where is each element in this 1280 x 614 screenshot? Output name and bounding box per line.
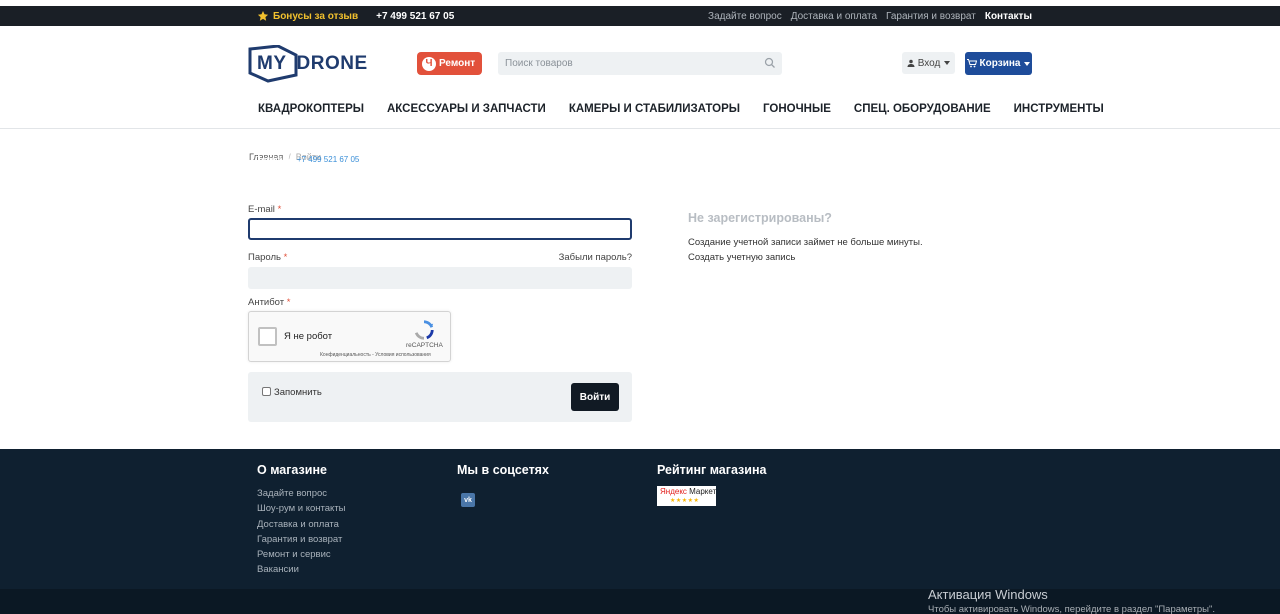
- footer-link-delivery[interactable]: Доставка и оплата: [257, 517, 346, 532]
- footer-link-warranty[interactable]: Гарантия и возврат: [257, 532, 346, 547]
- nav-special[interactable]: СПЕЦ. ОБОРУДОВАНИЕ: [854, 103, 991, 115]
- star-icon: [257, 11, 269, 21]
- top-link-ask[interactable]: Задайте вопрос: [708, 11, 782, 22]
- rating-stars-icon: ★★★★★: [670, 498, 700, 504]
- email-field-wrapper: [248, 218, 632, 240]
- recaptcha-terms[interactable]: Конфиденциальность - Условия использован…: [320, 352, 431, 358]
- nav-racing[interactable]: ГОНОЧНЫЕ: [763, 103, 831, 115]
- top-link-warranty[interactable]: Гарантия и возврат: [886, 11, 976, 22]
- recaptcha-widget: Я не робот reCAPTCHA Конфиденциальность …: [248, 311, 451, 362]
- register-title: Не зарегистрированы?: [688, 211, 832, 225]
- yandex-market-text: Яндекс Маркет: [660, 487, 716, 496]
- search-box: [498, 52, 782, 75]
- footer-about-title: О магазине: [257, 463, 327, 477]
- site-logo[interactable]: MY DRONE: [248, 45, 367, 83]
- footer-social: Мы в соцсетях vk: [457, 463, 549, 507]
- top-phone[interactable]: +7 499 521 67 05: [376, 11, 454, 22]
- login-label: Вход: [917, 57, 941, 69]
- nav-accessories[interactable]: АКСЕССУАРЫ И ЗАПЧАСТИ: [387, 103, 546, 115]
- chevron-down-icon: [944, 61, 951, 65]
- windows-activation-title: Активация Windows: [928, 587, 1048, 602]
- repair-button[interactable]: Ч Ремонт: [417, 52, 482, 75]
- footer-social-title: Мы в соцсетях: [457, 463, 549, 477]
- user-icon: [907, 59, 915, 67]
- footer-rating-title: Рейтинг магазина: [657, 463, 767, 477]
- forgot-password-link[interactable]: Забыли пароль?: [559, 252, 632, 263]
- top-bar: Бонусы за отзыв +7 499 521 67 05 Задайте…: [0, 6, 1280, 26]
- windows-activation-subtitle: Чтобы активировать Windows, перейдите в …: [928, 604, 1215, 614]
- antibot-label: Антибот *: [248, 297, 290, 308]
- footer-phone: Телефон: +7 499 521 67 05: [257, 155, 359, 164]
- footer-phone-link[interactable]: +7 499 521 67 05: [297, 155, 360, 164]
- main-nav: КВАДРОКОПТЕРЫ АКСЕССУАРЫ И ЗАПЧАСТИ КАМЕ…: [258, 103, 1127, 115]
- recaptcha-brand: reCAPTCHA: [406, 342, 443, 349]
- nav-cameras[interactable]: КАМЕРЫ И СТАБИЛИЗАТОРЫ: [569, 103, 740, 115]
- yandex-market-badge[interactable]: Яндекс Маркет ★★★★★: [657, 486, 716, 506]
- footer-link-vacancies[interactable]: Вакансии: [257, 562, 346, 577]
- footer-link-showroom[interactable]: Шоу-рум и контакты: [257, 501, 346, 516]
- top-link-contacts[interactable]: Контакты: [985, 11, 1032, 22]
- footer-rating: Рейтинг магазина Яндекс Маркет ★★★★★: [657, 463, 766, 506]
- vk-icon[interactable]: vk: [461, 493, 475, 507]
- search-input[interactable]: [498, 52, 782, 75]
- top-link-delivery[interactable]: Доставка и оплата: [791, 11, 877, 22]
- password-label-text: Пароль: [248, 252, 281, 263]
- password-label: Пароль *: [248, 252, 287, 263]
- cart-button[interactable]: Корзина: [965, 52, 1032, 75]
- yandex-brand: Яндекс: [660, 487, 687, 496]
- search-icon[interactable]: [764, 57, 776, 69]
- bonus-label: Бонусы за отзыв: [273, 10, 359, 22]
- logo-my: MY: [257, 53, 287, 74]
- remember-checkbox[interactable]: [262, 387, 271, 396]
- footer-link-repair[interactable]: Ремонт и сервис: [257, 547, 346, 562]
- required-mark: *: [277, 204, 282, 215]
- email-field[interactable]: [250, 220, 630, 238]
- cart-label: Корзина: [979, 58, 1021, 69]
- site-header: MY DRONE Ч Ремонт Вход Корзина КВАДРОКОП…: [0, 26, 1280, 129]
- create-account-link[interactable]: Создать учетную запись: [688, 252, 795, 263]
- required-mark: *: [286, 297, 291, 308]
- bonus-link[interactable]: Бонусы за отзыв: [257, 10, 358, 22]
- cart-icon: [966, 59, 977, 68]
- remember-label[interactable]: Запомнить: [274, 387, 322, 398]
- repair-icon: Ч: [422, 56, 436, 71]
- required-mark: *: [283, 252, 288, 263]
- footer-phone-label: Телефон:: [257, 155, 295, 164]
- recaptcha-text: Я не робот: [284, 331, 333, 342]
- antibot-label-text: Антибот: [248, 297, 285, 308]
- email-label-text: E-mail: [248, 204, 275, 215]
- password-field[interactable]: [248, 267, 632, 289]
- recaptcha-checkbox[interactable]: [258, 327, 277, 346]
- register-text: Создание учетной записи займет не больше…: [688, 237, 923, 248]
- repair-label: Ремонт: [439, 58, 476, 69]
- footer-info: Информация, представленная на сайте, не …: [657, 155, 950, 164]
- nav-quadcopters[interactable]: КВАДРОКОПТЕРЫ: [258, 103, 364, 115]
- site-footer: О магазине Задайте вопрос Шоу-рум и конт…: [0, 449, 1280, 614]
- password-field-wrapper: [248, 267, 632, 289]
- nav-tools[interactable]: ИНСТРУМЕНТЫ: [1014, 103, 1104, 115]
- submit-login-button[interactable]: Войти: [571, 383, 619, 411]
- top-links: Задайте вопрос Доставка и оплата Гаранти…: [708, 11, 1032, 22]
- login-button[interactable]: Вход: [902, 52, 955, 74]
- logo-drone: DRONE: [296, 53, 368, 74]
- footer-about: О магазине Задайте вопрос Шоу-рум и конт…: [257, 463, 346, 578]
- yandex-market: Маркет: [689, 487, 717, 496]
- remember-panel: Запомнить Войти: [248, 372, 632, 422]
- recaptcha-logo-icon: [414, 320, 434, 340]
- email-label: E-mail *: [248, 204, 281, 215]
- footer-link-ask[interactable]: Задайте вопрос: [257, 486, 346, 501]
- chevron-down-icon: [1024, 61, 1031, 66]
